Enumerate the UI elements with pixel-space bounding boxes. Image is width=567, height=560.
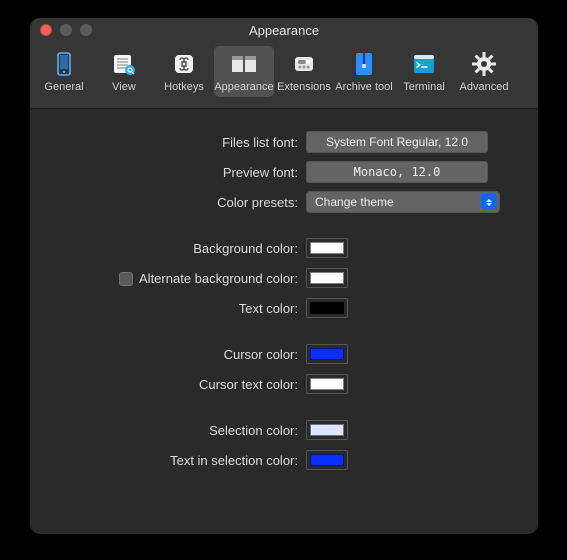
alt-background-color-well[interactable] (306, 268, 348, 288)
window-title: Appearance (30, 23, 538, 38)
selection-color-well[interactable] (306, 420, 348, 440)
color-presets-value: Change theme (315, 195, 394, 209)
preview-font-button[interactable]: Monaco, 12.0 (306, 161, 488, 183)
window-minimize-button[interactable] (60, 24, 72, 36)
tab-extensions[interactable]: Extensions (274, 46, 334, 97)
tab-general[interactable]: General (34, 46, 94, 97)
text-color-well[interactable] (306, 298, 348, 318)
tab-hotkeys[interactable]: Hotkeys (154, 46, 214, 97)
tab-label: Terminal (403, 81, 445, 93)
cursor-text-color-label: Cursor text color: (48, 377, 306, 392)
terminal-icon (409, 49, 439, 79)
color-presets-label: Color presets: (48, 195, 306, 210)
archive-tool-icon (349, 49, 379, 79)
traffic-lights (30, 24, 92, 36)
tab-label: Extensions (277, 81, 331, 93)
extensions-icon (289, 49, 319, 79)
tab-label: General (44, 81, 83, 93)
preferences-window: Appearance General (30, 18, 538, 534)
cursor-text-color-swatch (310, 378, 344, 390)
gear-icon (469, 49, 499, 79)
selection-color-label: Selection color: (48, 423, 306, 438)
alt-background-checkbox[interactable] (119, 272, 133, 286)
background-color-well[interactable] (306, 238, 348, 258)
window-zoom-button[interactable] (80, 24, 92, 36)
text-color-swatch (310, 302, 344, 314)
tab-view[interactable]: View (94, 46, 154, 97)
selection-color-swatch (310, 424, 344, 436)
hotkeys-icon (169, 49, 199, 79)
text-in-selection-color-swatch (310, 454, 344, 466)
alt-background-color-swatch (310, 272, 344, 284)
tab-appearance[interactable]: Appearance (214, 46, 274, 97)
cursor-color-label: Cursor color: (48, 347, 306, 362)
text-in-selection-color-label: Text in selection color: (48, 453, 306, 468)
general-icon (49, 49, 79, 79)
preferences-toolbar: General View (30, 42, 538, 109)
appearance-form: Files list font: System Font Regular, 12… (30, 109, 538, 497)
tab-archive-tool[interactable]: Archive tool (334, 46, 394, 97)
tab-label: Advanced (460, 81, 509, 93)
text-in-selection-color-well[interactable] (306, 450, 348, 470)
tab-label: Hotkeys (164, 81, 204, 93)
text-color-label: Text color: (48, 301, 306, 316)
tab-label: Appearance (214, 81, 273, 93)
background-color-label: Background color: (48, 241, 306, 256)
cursor-color-well[interactable] (306, 344, 348, 364)
chevron-updown-icon (481, 194, 497, 210)
tab-advanced[interactable]: Advanced (454, 46, 514, 97)
appearance-icon (229, 49, 259, 79)
files-list-font-value: System Font Regular, 12.0 (326, 135, 468, 149)
titlebar: Appearance (30, 18, 538, 42)
tab-terminal[interactable]: Terminal (394, 46, 454, 97)
alt-background-row-label: Alternate background color: (48, 271, 306, 286)
preview-font-value: Monaco, 12.0 (354, 165, 441, 179)
background-color-swatch (310, 242, 344, 254)
tab-label: View (112, 81, 136, 93)
tab-label: Archive tool (335, 81, 392, 93)
view-icon (109, 49, 139, 79)
cursor-text-color-well[interactable] (306, 374, 348, 394)
files-list-font-button[interactable]: System Font Regular, 12.0 (306, 131, 488, 153)
cursor-color-swatch (310, 348, 344, 360)
alt-background-label: Alternate background color: (139, 271, 298, 286)
color-presets-popup[interactable]: Change theme (306, 191, 500, 213)
files-list-font-label: Files list font: (48, 135, 306, 150)
preview-font-label: Preview font: (48, 165, 306, 180)
window-close-button[interactable] (40, 24, 52, 36)
